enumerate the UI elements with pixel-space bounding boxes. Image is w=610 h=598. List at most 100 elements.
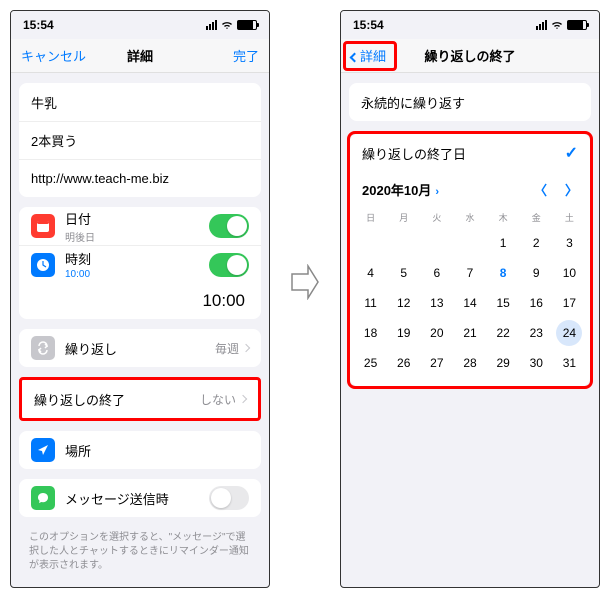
message-footnote: このオプションを選択すると、"メッセージ"で選択した人とチャットするときにリマイ… bbox=[11, 527, 269, 581]
calendar-day[interactable]: 28 bbox=[453, 348, 486, 378]
calendar-day[interactable]: 14 bbox=[453, 288, 486, 318]
back-button[interactable]: 詳細 bbox=[351, 46, 386, 65]
url-field[interactable]: http://www.teach-me.biz bbox=[19, 159, 261, 197]
calendar-day[interactable]: 18 bbox=[354, 318, 387, 348]
repeat-row[interactable]: 繰り返し 毎週 bbox=[19, 329, 261, 367]
repeat-value: 毎週 bbox=[215, 340, 239, 357]
calendar-day[interactable]: 31 bbox=[553, 348, 586, 378]
calendar-day[interactable]: 25 bbox=[354, 348, 387, 378]
end-date-group: 繰り返しの終了日 ✓ 2020年10月› 〈 〉 日月火水木金土12345678… bbox=[350, 134, 590, 386]
right-phone-repeat-end-screen: 15:54 詳細 繰り返しの終了 永続的に繰り返す 繰り返しの終了日 ✓ bbox=[340, 10, 600, 588]
datetime-group: 日付明後日 時刻10:00 10:00 bbox=[19, 207, 261, 319]
repeat-end-value: しない bbox=[200, 391, 236, 408]
battery-icon bbox=[567, 20, 587, 30]
calendar-day[interactable]: 8 bbox=[487, 258, 520, 288]
forever-group: 永続的に繰り返す bbox=[349, 83, 591, 121]
location-row[interactable]: 場所 bbox=[19, 431, 261, 469]
calendar-day[interactable]: 17 bbox=[553, 288, 586, 318]
time-label: 時刻 bbox=[65, 249, 209, 268]
content-scroll[interactable]: 永続的に繰り返す 繰り返しの終了日 ✓ 2020年10月› 〈 〉 日月火水木金… bbox=[341, 73, 599, 587]
calendar-day[interactable]: 20 bbox=[420, 318, 453, 348]
location-icon bbox=[31, 438, 55, 462]
calendar-dow: 日 bbox=[354, 207, 387, 228]
calendar-dow: 金 bbox=[520, 207, 553, 228]
calendar-day[interactable]: 4 bbox=[354, 258, 387, 288]
calendar-day[interactable]: 6 bbox=[420, 258, 453, 288]
message-icon bbox=[31, 486, 55, 510]
calendar-day-empty bbox=[354, 228, 387, 258]
calendar-day[interactable]: 7 bbox=[453, 258, 486, 288]
text-fields-group: 牛乳 2本買う http://www.teach-me.biz bbox=[19, 83, 261, 197]
calendar-dow: 月 bbox=[387, 207, 420, 228]
calendar-day[interactable]: 13 bbox=[420, 288, 453, 318]
done-button[interactable]: 完了 bbox=[233, 46, 259, 65]
calendar-month[interactable]: 2020年10月› bbox=[362, 180, 534, 199]
transition-arrow-icon bbox=[290, 264, 320, 305]
calendar-dow: 木 bbox=[487, 207, 520, 228]
message-row[interactable]: メッセージ送信時 bbox=[19, 479, 261, 517]
calendar-dow: 土 bbox=[553, 207, 586, 228]
title-field[interactable]: 牛乳 bbox=[19, 83, 261, 121]
message-label: メッセージ送信時 bbox=[65, 489, 209, 508]
calendar-day[interactable]: 24 bbox=[553, 318, 586, 348]
repeat-end-label: 繰り返しの終了 bbox=[34, 390, 200, 409]
chevron-left-icon bbox=[350, 53, 360, 63]
calendar-day-empty bbox=[387, 228, 420, 258]
checkmark-icon: ✓ bbox=[565, 143, 578, 163]
nav-bar: キャンセル 詳細 完了 bbox=[11, 39, 269, 73]
calendar-day[interactable]: 22 bbox=[487, 318, 520, 348]
status-bar: 15:54 bbox=[341, 11, 599, 39]
nav-bar: 詳細 繰り返しの終了 bbox=[341, 39, 599, 73]
date-label: 日付 bbox=[65, 209, 209, 228]
calendar-day-empty bbox=[420, 228, 453, 258]
status-icons bbox=[206, 20, 257, 30]
next-month-button[interactable]: 〉 bbox=[565, 180, 578, 199]
repeat-label: 繰り返し bbox=[65, 339, 215, 358]
time-row[interactable]: 時刻10:00 bbox=[19, 245, 261, 283]
calendar-day[interactable]: 29 bbox=[487, 348, 520, 378]
calendar-day[interactable]: 21 bbox=[453, 318, 486, 348]
cancel-button[interactable]: キャンセル bbox=[21, 46, 86, 65]
calendar-nav: 〈 〉 bbox=[534, 180, 578, 199]
date-toggle[interactable] bbox=[209, 214, 249, 238]
time-picker[interactable]: 10:00 bbox=[19, 283, 261, 319]
calendar-day[interactable]: 2 bbox=[520, 228, 553, 258]
calendar-day[interactable]: 16 bbox=[520, 288, 553, 318]
message-toggle[interactable] bbox=[209, 486, 249, 510]
prev-month-button[interactable]: 〈 bbox=[534, 180, 547, 199]
status-time: 15:54 bbox=[23, 18, 54, 32]
location-label: 場所 bbox=[65, 441, 249, 460]
calendar-day[interactable]: 15 bbox=[487, 288, 520, 318]
repeat-end-group-highlighted: 繰り返しの終了 しない bbox=[19, 377, 261, 421]
left-phone-detail-screen: 15:54 キャンセル 詳細 完了 牛乳 2本買う http://www.tea… bbox=[10, 10, 270, 588]
date-row[interactable]: 日付明後日 bbox=[19, 207, 261, 245]
message-group: メッセージ送信時 bbox=[19, 479, 261, 517]
calendar-day[interactable]: 27 bbox=[420, 348, 453, 378]
calendar-header: 2020年10月› 〈 〉 bbox=[350, 172, 590, 207]
content-scroll[interactable]: 牛乳 2本買う http://www.teach-me.biz 日付明後日 時刻… bbox=[11, 73, 269, 587]
calendar-day[interactable]: 10 bbox=[553, 258, 586, 288]
calendar-dow: 火 bbox=[420, 207, 453, 228]
battery-icon bbox=[237, 20, 257, 30]
calendar-day[interactable]: 23 bbox=[520, 318, 553, 348]
wifi-icon bbox=[551, 20, 563, 30]
calendar-day[interactable]: 30 bbox=[520, 348, 553, 378]
calendar-day[interactable]: 3 bbox=[553, 228, 586, 258]
calendar-day[interactable]: 12 bbox=[387, 288, 420, 318]
calendar-day[interactable]: 11 bbox=[354, 288, 387, 318]
clock-icon bbox=[31, 253, 55, 277]
chevron-right-icon bbox=[242, 344, 250, 352]
calendar-day[interactable]: 9 bbox=[520, 258, 553, 288]
time-toggle[interactable] bbox=[209, 253, 249, 277]
calendar-day[interactable]: 19 bbox=[387, 318, 420, 348]
repeat-end-row[interactable]: 繰り返しの終了 しない bbox=[22, 380, 258, 418]
calendar-day[interactable]: 5 bbox=[387, 258, 420, 288]
calendar-day[interactable]: 1 bbox=[487, 228, 520, 258]
notes-field[interactable]: 2本買う bbox=[19, 121, 261, 159]
forever-label: 永続的に繰り返す bbox=[361, 93, 579, 112]
repeat-group: 繰り返し 毎週 bbox=[19, 329, 261, 367]
end-date-row[interactable]: 繰り返しの終了日 ✓ bbox=[350, 134, 590, 172]
calendar-day[interactable]: 26 bbox=[387, 348, 420, 378]
calendar-day-empty bbox=[453, 228, 486, 258]
forever-row[interactable]: 永続的に繰り返す bbox=[349, 83, 591, 121]
